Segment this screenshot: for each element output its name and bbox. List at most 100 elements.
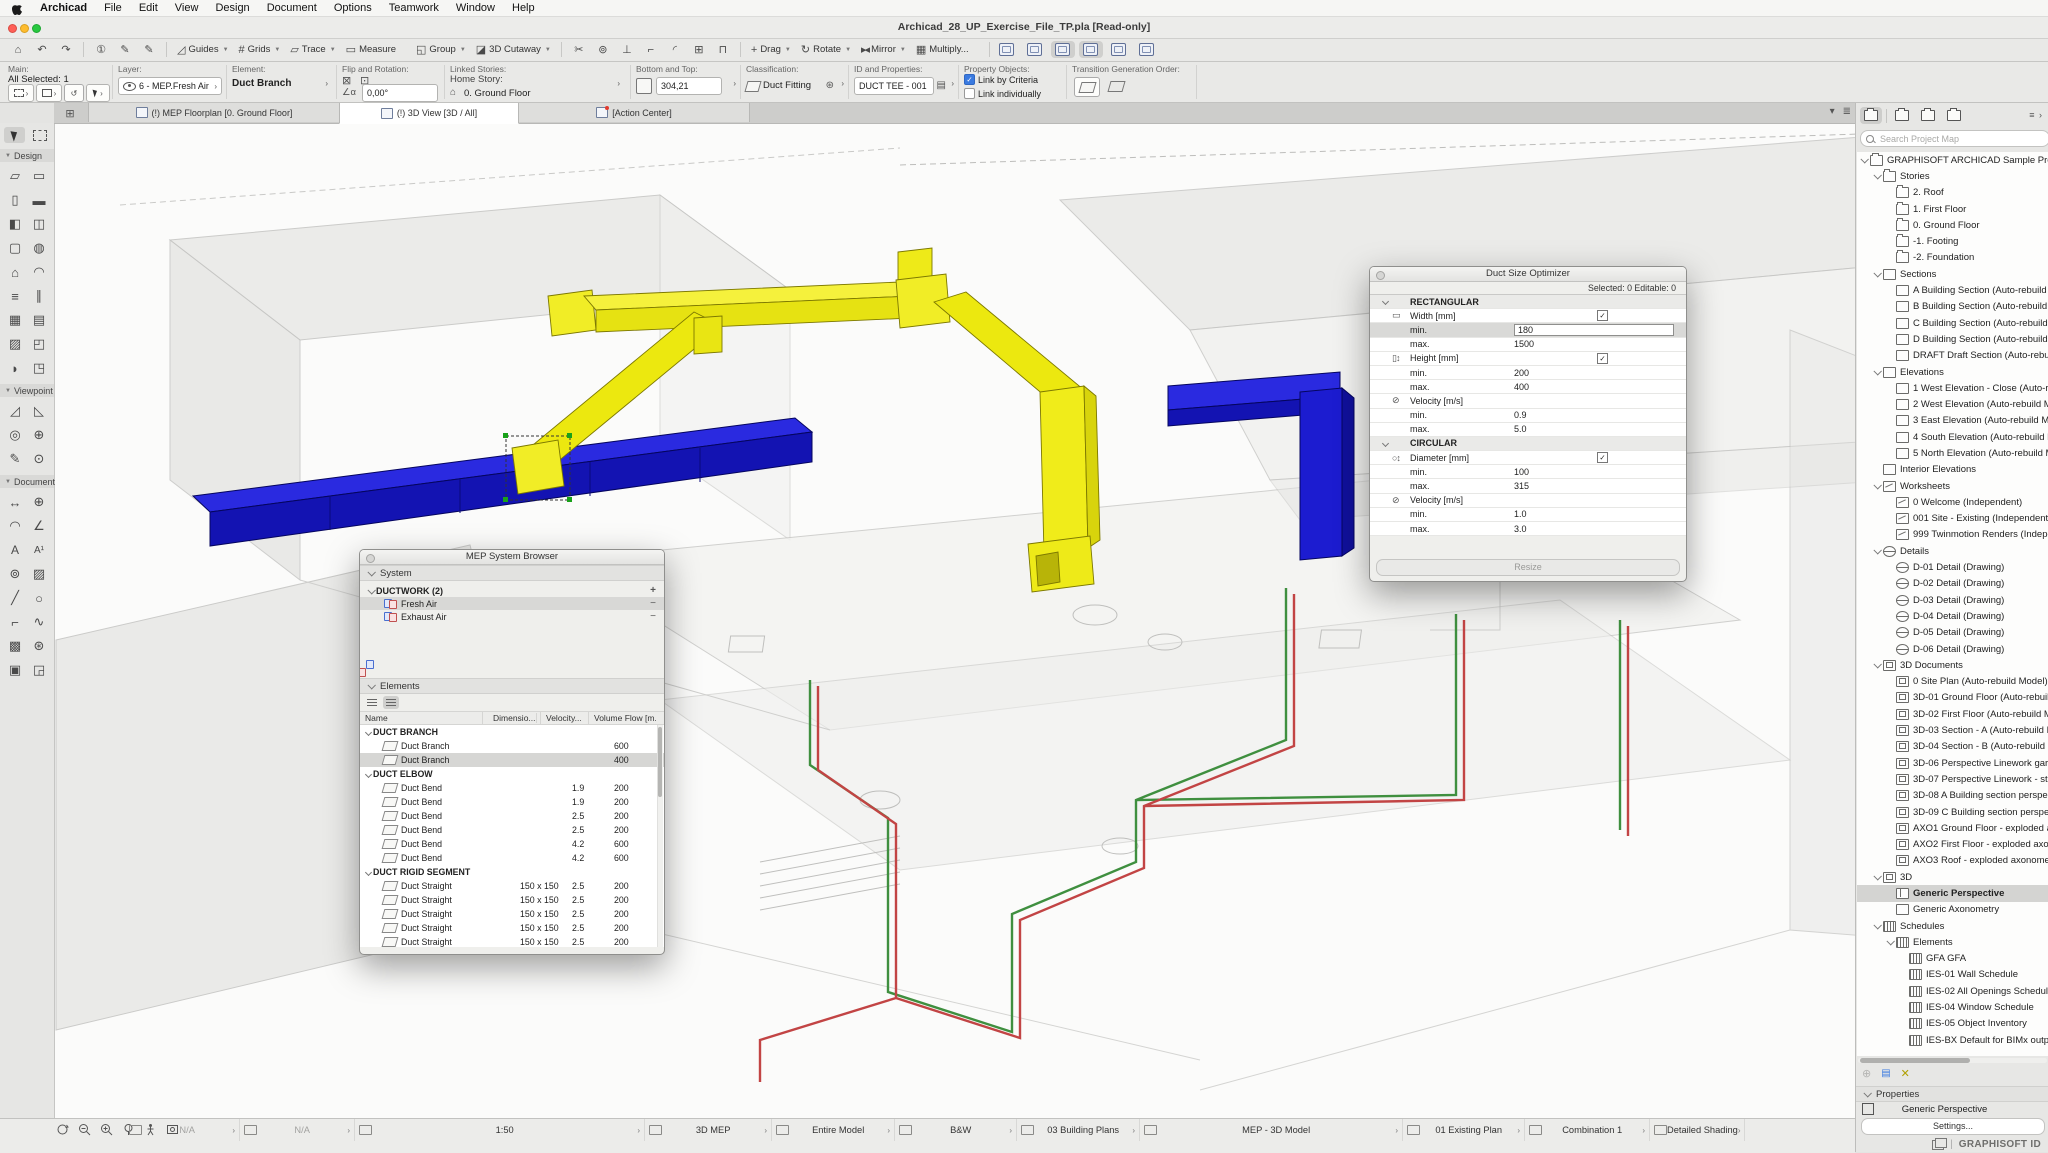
delete-viewpoint-icon[interactable]: ✕ [1901, 1067, 1910, 1080]
spline-tool-icon[interactable] [27, 610, 51, 634]
redo-button[interactable] [54, 41, 78, 58]
transition-order-b-button[interactable] [1104, 77, 1128, 95]
project-tree-item[interactable]: D-05 Detail (Drawing) [1857, 625, 2048, 641]
mep-routing-options-button[interactable] [1079, 41, 1103, 58]
status-segment[interactable]: B&W › [895, 1119, 1017, 1141]
menu-item[interactable]: Teamwork [389, 2, 439, 14]
scrollbar-thumb[interactable] [658, 727, 662, 797]
project-map-search[interactable] [1860, 130, 2048, 147]
optimizer-row[interactable]: max. 3.0 [1370, 522, 1686, 536]
project-tree-item[interactable]: D Building Section (Auto-rebuild Model [1857, 331, 2048, 347]
menu-item[interactable]: Design [215, 2, 249, 14]
arrow-mode-button[interactable]: › [86, 84, 110, 102]
library-part-tool-icon[interactable] [27, 356, 51, 380]
element-row[interactable]: DUCT RIGID SEGMENT [360, 865, 664, 879]
remove-system-button[interactable] [650, 597, 656, 610]
publisher-sets-button[interactable] [1943, 107, 1965, 124]
3d-viewport[interactable]: MEP System Browser System DUCTWORK (2) F… [54, 123, 1855, 1118]
tab-overview-button[interactable]: ⊞ [56, 105, 84, 121]
project-tree-item[interactable]: Elements [1857, 934, 2048, 950]
ductwork-group-row[interactable]: DUCTWORK (2) [360, 584, 664, 597]
project-tree-item[interactable]: Worksheets [1857, 478, 2048, 494]
expander-icon[interactable] [1873, 872, 1881, 880]
slab-tool-icon[interactable] [27, 164, 51, 188]
status-segment[interactable]: Entire Model › [772, 1119, 895, 1141]
element-row[interactable]: Duct Straight 150 x 150 2.5 200 [360, 893, 664, 907]
project-tree-item[interactable]: 4 South Elevation (Auto-rebuild Model) [1857, 429, 2048, 445]
selection-settings-button[interactable]: › [8, 84, 34, 102]
worksheet-tool-icon[interactable] [3, 447, 27, 471]
project-tree-item[interactable]: Details [1857, 543, 2048, 559]
element-row[interactable]: Duct Straight 150 x 150 2.5 200 [360, 879, 664, 893]
element-row[interactable]: DUCT BRANCH [360, 725, 664, 739]
door-tool-icon[interactable] [3, 212, 27, 236]
expander-icon[interactable] [1873, 546, 1881, 554]
measure-dropdown[interactable]: Measure ▼ [341, 41, 411, 58]
project-tree-item[interactable]: 0. Ground Floor [1857, 217, 2048, 233]
arrow-tool[interactable] [4, 127, 25, 143]
element-id-field[interactable]: DUCT TEE - 001 [854, 77, 934, 95]
project-tree-item[interactable]: Elevations [1857, 364, 2048, 380]
project-tree-item[interactable]: GRAPHISOFT ARCHICAD Sample Project - H [1857, 152, 2048, 168]
marquee-tool[interactable] [29, 127, 50, 143]
bottom-elevation-field[interactable]: 304,21 [656, 77, 722, 95]
sun-tool-icon[interactable] [27, 634, 51, 658]
flip-horizontal-icon[interactable]: ⊠ [342, 74, 351, 87]
section-tool-icon[interactable] [3, 399, 27, 423]
select-settings-button[interactable] [89, 41, 113, 58]
expander-icon[interactable] [367, 586, 375, 594]
object-tool-icon[interactable] [3, 236, 27, 260]
classification-value[interactable]: Duct Fitting [763, 80, 811, 91]
mep-visibility-button[interactable] [995, 41, 1019, 58]
status-segment[interactable]: 03 Building Plans › [1017, 1119, 1140, 1141]
optimizer-row[interactable]: Velocity [m/s] [1370, 494, 1686, 508]
tab-menu-icon[interactable]: ≣ [1843, 106, 1851, 117]
inject-parameters-button[interactable] [137, 41, 161, 58]
parameter-checkbox[interactable] [1597, 452, 1608, 463]
project-tree-item[interactable]: IES-04 Window Schedule [1857, 999, 2048, 1015]
project-tree-item[interactable]: IES-BX Default for BIMx output [1857, 1032, 2048, 1048]
resize-button[interactable]: Resize [1376, 559, 1680, 576]
angle-dimension-tool-icon[interactable] [27, 514, 51, 538]
gravity-button[interactable] [615, 41, 639, 58]
project-tree-item[interactable]: AXO2 First Floor - exploded axonometr [1857, 836, 2048, 852]
rotate-dropdown[interactable]: Rotate ▼ [796, 41, 856, 58]
menu-item[interactable]: View [175, 2, 199, 14]
status-segment[interactable]: MEP - 3D Model › [1140, 1119, 1403, 1141]
remove-system-button[interactable] [650, 610, 656, 623]
graphisoft-id-button[interactable]: GRAPHISOFT ID [1959, 1139, 2041, 1150]
project-tree-item[interactable]: 5 North Elevation (Auto-rebuild Model) [1857, 445, 2048, 461]
panel-title-bar[interactable]: MEP System Browser [360, 550, 664, 565]
status-segment[interactable]: N/A › [125, 1119, 240, 1141]
column-tool-icon[interactable] [3, 188, 27, 212]
curtain-wall-tool-icon[interactable] [3, 308, 27, 332]
guides-dropdown[interactable]: Guides ▼ [172, 41, 234, 58]
project-tree-item[interactable]: B Building Section (Auto-rebuild Model [1857, 299, 2048, 315]
transition-order-a-button[interactable] [1074, 77, 1100, 97]
dimension-tool-icon[interactable] [3, 490, 27, 514]
project-tree-item[interactable]: 3D-06 Perspective Linework garden (A [1857, 755, 2048, 771]
element-row[interactable]: Duct Bend 1.9 200 [360, 781, 664, 795]
project-tree-item[interactable]: Sections [1857, 266, 2048, 282]
shell-tool-icon[interactable] [27, 260, 51, 284]
optimizer-row[interactable]: RECTANGULAR [1370, 295, 1686, 309]
expander-icon[interactable] [1873, 660, 1881, 668]
menu-item[interactable]: File [104, 2, 122, 14]
project-tree-item[interactable]: -1. Footing [1857, 233, 2048, 249]
text-tool-icon[interactable] [3, 538, 27, 562]
element-row[interactable]: Duct Straight 150 x 150 2.5 200 [360, 907, 664, 921]
project-tree-item[interactable]: 3D-04 Section - B (Auto-rebuild Model [1857, 739, 2048, 755]
project-tree-item[interactable]: Generic Perspective [1857, 885, 2048, 901]
project-tree-item[interactable]: 3D-03 Section - A (Auto-rebuild Model [1857, 722, 2048, 738]
list-view-toggle[interactable] [383, 696, 399, 709]
layout-book-button[interactable] [1917, 107, 1939, 124]
project-tree-item[interactable]: A Building Section (Auto-rebuild Model [1857, 282, 2048, 298]
vertical-scrollbar[interactable] [657, 725, 663, 947]
adjust-button[interactable] [591, 41, 615, 58]
project-tree-item[interactable]: 3D Documents [1857, 657, 2048, 673]
optimizer-row[interactable]: max. 5.0 [1370, 423, 1686, 437]
home-button[interactable] [6, 41, 30, 58]
optimizer-row[interactable]: min. 1.0 [1370, 508, 1686, 522]
mep-system-row[interactable]: Fresh Air [360, 597, 664, 610]
duct-routing-mode-button[interactable]: ↺ [64, 84, 84, 102]
